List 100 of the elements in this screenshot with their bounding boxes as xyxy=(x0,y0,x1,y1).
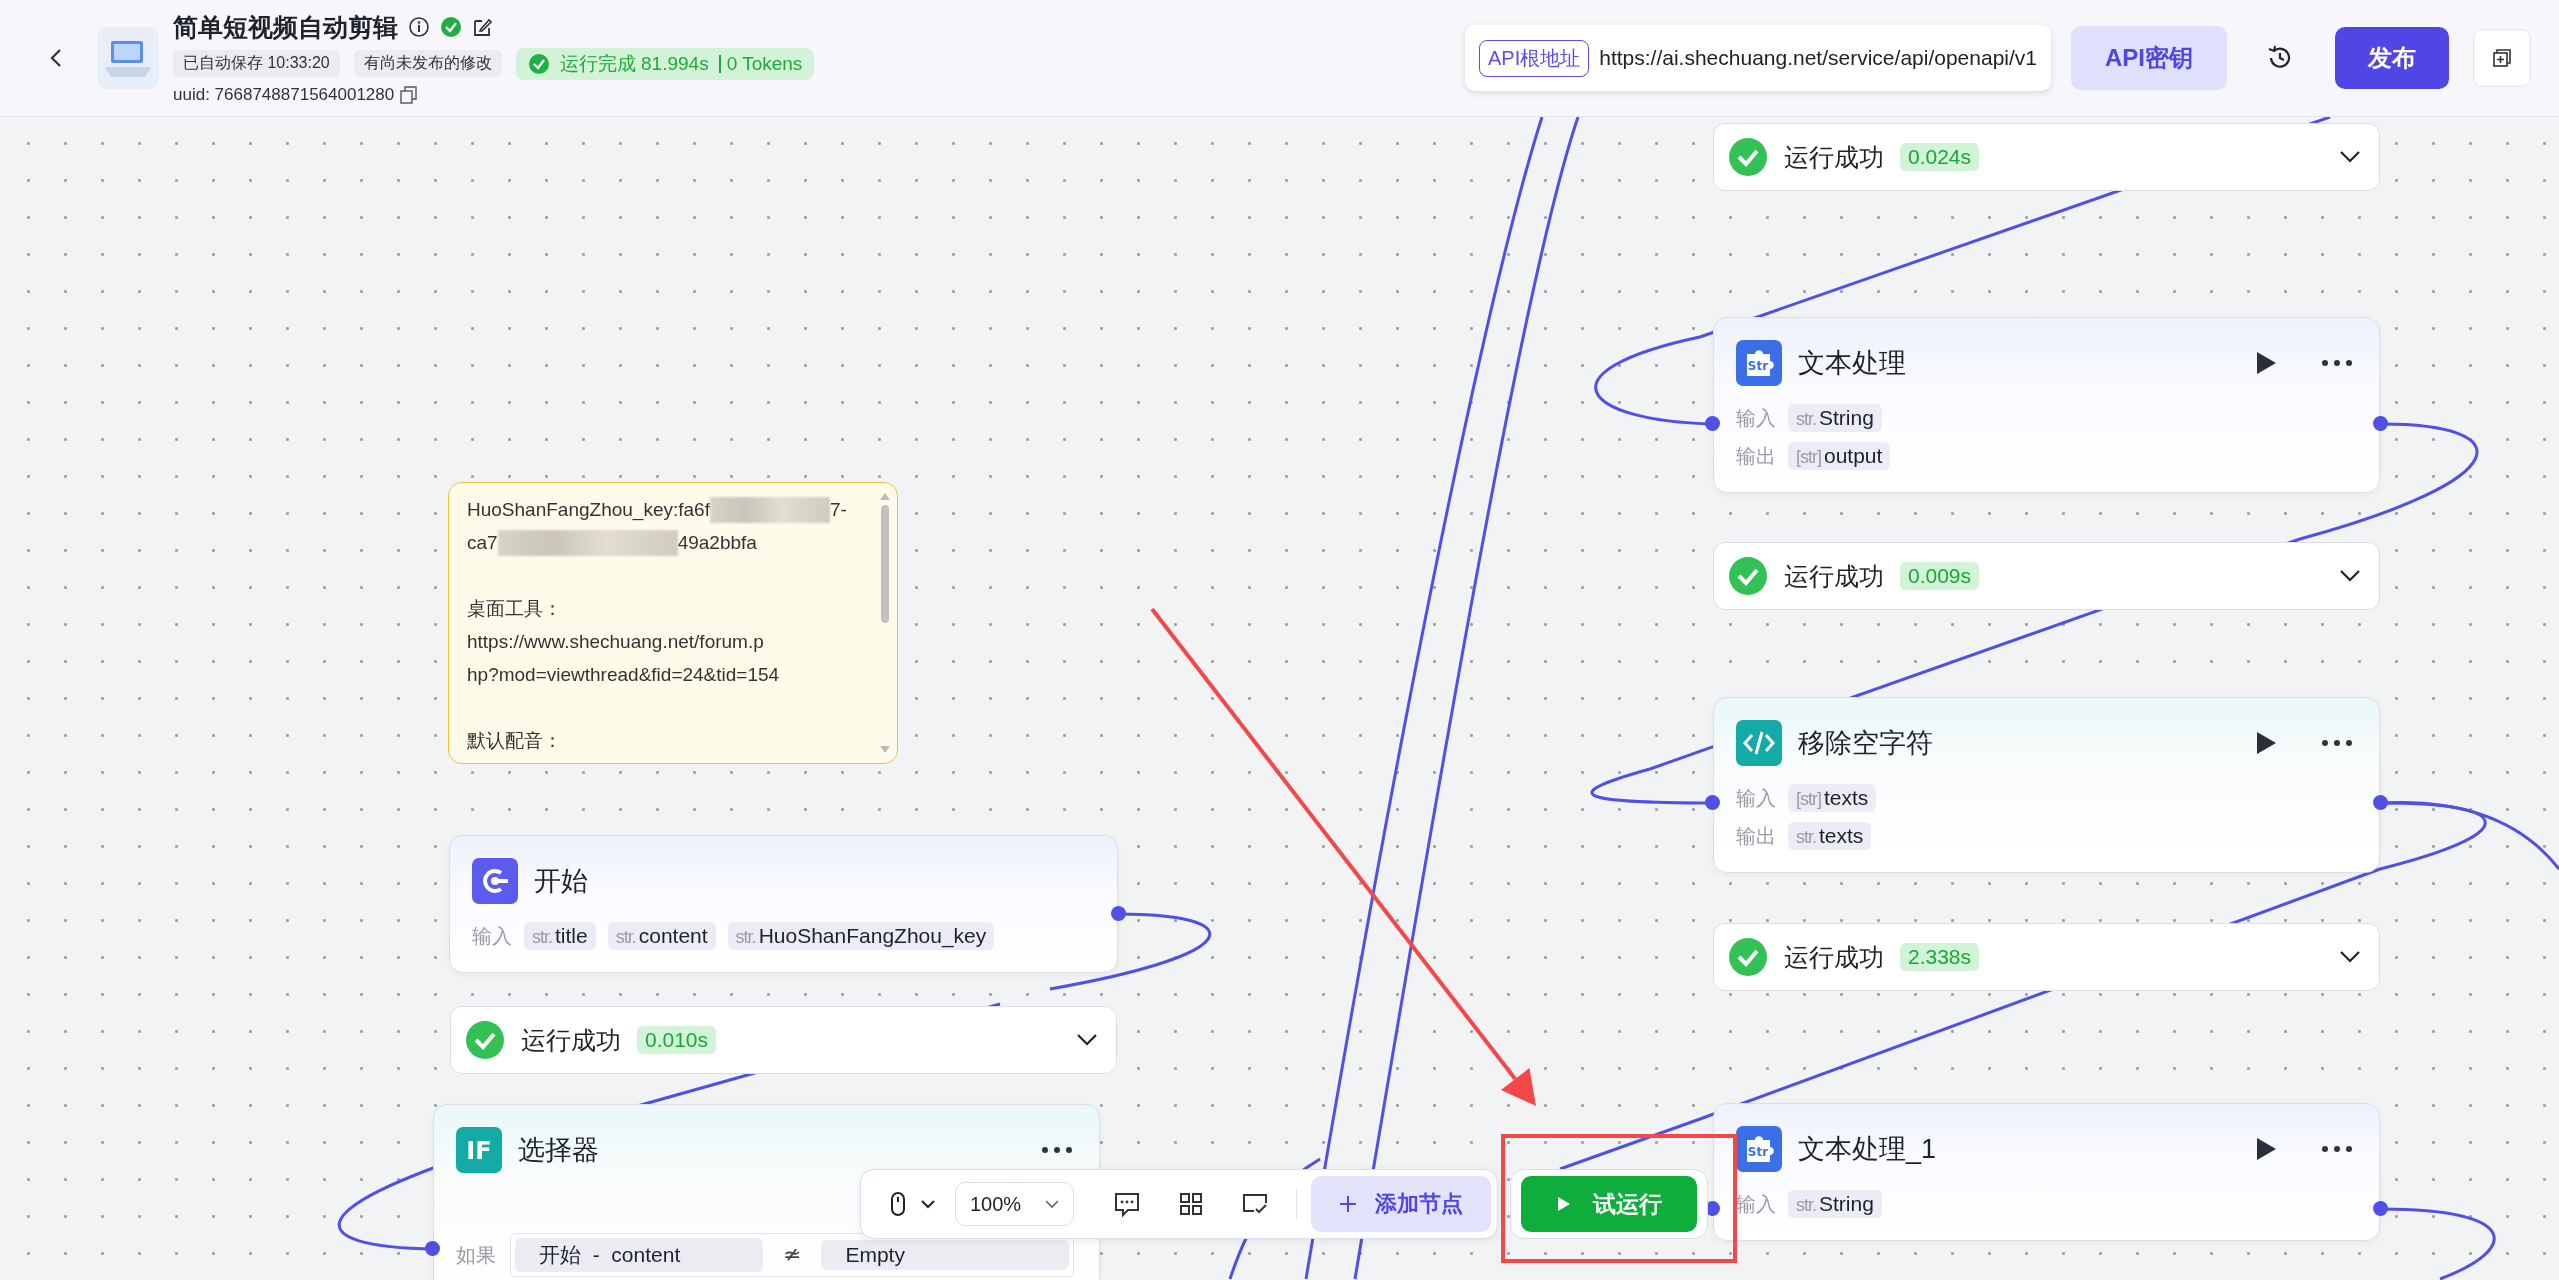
play-icon xyxy=(1556,1196,1571,1212)
variable-name: texts xyxy=(1824,786,1869,810)
row-label: 输出 xyxy=(1736,823,1776,849)
api-label: API根地址 xyxy=(1478,39,1590,77)
workflow-node[interactable]: Str 文本处理_1 输入 str.String xyxy=(1713,1103,2380,1241)
condition-field[interactable]: Empty xyxy=(821,1240,1070,1270)
more-icon[interactable] xyxy=(1041,1146,1073,1154)
note-text: 7- xyxy=(829,498,847,522)
row-label: 输入 xyxy=(1736,1191,1776,1217)
plug-icon xyxy=(472,858,518,904)
caret-icon xyxy=(1045,1199,1060,1209)
check-circle-icon xyxy=(440,16,462,38)
sticky-note[interactable]: HuoShanFangZhou_key:fa6f 7- ca7 49a2bbfa 桌面工具： https://www.shechuang.net/forum.p hp?mod=viewthread&fid=24&tid=154 默认配音： xyxy=(448,482,898,764)
type-label: str. xyxy=(1796,1195,1816,1216)
api-key-button[interactable]: API密钥 xyxy=(2071,26,2227,90)
run-result-bar[interactable]: 运行成功 0.010s xyxy=(450,1006,1117,1074)
play-icon[interactable] xyxy=(2255,1137,2277,1161)
operator-text[interactable]: ≄ xyxy=(783,1242,802,1268)
status-tag: 已自动保存 10:33:20 xyxy=(173,50,340,77)
note-text: hp?mod=viewthread&fid=24&tid=154 xyxy=(467,663,780,687)
node-title: 开始 xyxy=(534,865,589,898)
type-label: str. xyxy=(1796,827,1816,848)
variable-name: String xyxy=(1819,406,1874,430)
caret-icon[interactable] xyxy=(921,1199,935,1209)
more-icon[interactable] xyxy=(2321,1145,2353,1153)
laptop-icon xyxy=(97,27,159,89)
row-label: 输入 xyxy=(1736,785,1776,811)
puzzle-icon: Str xyxy=(1736,340,1782,386)
note-text: HuoShanFangZhou_key:fa6f xyxy=(467,498,710,523)
add-node-button[interactable]: 添加节点 xyxy=(1311,1176,1492,1232)
note-text: ca7 xyxy=(467,531,498,555)
check-circle-icon xyxy=(465,1020,505,1060)
plus-icon xyxy=(1339,1195,1358,1213)
publish-button[interactable]: 发布 xyxy=(2335,27,2449,89)
run-result-bar[interactable]: 运行成功 2.338s xyxy=(1713,923,2380,991)
run-status-label: 运行成功 xyxy=(521,1024,621,1056)
node-title: 文本处理_1 xyxy=(1798,1133,1938,1166)
check-circle-icon xyxy=(1728,937,1768,977)
workflow-node[interactable]: 移除空字符 输入 [str]texts 输出 str.texts xyxy=(1713,697,2380,873)
check-circle-icon xyxy=(1728,556,1768,596)
duration-tag: 0.009s xyxy=(1900,562,1980,590)
chevron-down-icon[interactable] xyxy=(2339,569,2361,583)
note-text: 49a2bbfa xyxy=(677,531,757,555)
copy-plus-icon xyxy=(2491,47,2513,69)
token-count: 0 Tokens xyxy=(718,54,803,73)
scrollbar[interactable] xyxy=(879,491,891,755)
play-icon[interactable] xyxy=(2255,731,2277,755)
zoom-value: 100% xyxy=(970,1192,1022,1216)
workflow-node[interactable]: 开始 输入 str.title str.content str.HuoShanFangZhou_key xyxy=(449,835,1118,973)
copy-add-button[interactable] xyxy=(2473,29,2531,87)
workflow-node[interactable]: Str 文本处理 输入 str.String 输出 [str]output xyxy=(1713,317,2380,493)
app-title: 简单短视频自动剪辑 xyxy=(173,11,398,43)
type-label: [str] xyxy=(1796,789,1821,810)
zoom-select[interactable]: 100% xyxy=(955,1182,1075,1226)
node-title: 文本处理 xyxy=(1798,347,1907,380)
chevron-down-icon[interactable] xyxy=(2339,950,2361,964)
run-status-label: 运行成功 xyxy=(1784,941,1884,973)
info-icon[interactable] xyxy=(408,16,430,38)
api-url-field[interactable]: API根地址 https://ai.shechuang.net/service/api/openapi/v1 xyxy=(1464,25,2051,91)
variable-name: content xyxy=(638,924,708,948)
chevron-down-icon[interactable] xyxy=(1076,1033,1098,1047)
run-status-label: 运行成功 xyxy=(1784,560,1884,592)
play-icon[interactable] xyxy=(2255,351,2277,375)
duration-tag: 0.024s xyxy=(1900,143,1980,171)
condition-field[interactable]: 开始 - content xyxy=(515,1238,763,1272)
run-status-label: 运行成功 xyxy=(1784,141,1884,173)
variable-name: output xyxy=(1824,444,1883,468)
type-label: str. xyxy=(615,927,636,948)
note-text: 桌面工具： xyxy=(467,597,562,621)
variable-name: String xyxy=(1819,1192,1874,1216)
more-icon[interactable] xyxy=(2321,739,2353,747)
variable-name: texts xyxy=(1819,824,1864,848)
row-label: 如果 xyxy=(456,1242,496,1268)
uuid-text: uuid: 7668748871564001280 xyxy=(173,84,395,105)
row-label: 输入 xyxy=(472,923,512,949)
run-result-bar[interactable]: 运行成功 0.024s xyxy=(1713,123,2380,191)
branch-icon: IF xyxy=(456,1127,502,1173)
puzzle-icon: Str xyxy=(1736,1126,1782,1172)
check-circle-icon xyxy=(1728,137,1768,177)
run-status-text: 运行完成 81.994s xyxy=(559,51,709,76)
node-title: 移除空字符 xyxy=(1798,727,1934,760)
row-label: 输入 xyxy=(1736,405,1776,431)
note-text: 默认配音： xyxy=(467,729,562,753)
check-circle-icon xyxy=(527,52,550,75)
type-label: str. xyxy=(735,927,756,948)
more-icon[interactable] xyxy=(2321,359,2353,367)
status-tag: 有尚未发布的修改 xyxy=(353,50,502,77)
api-url: https://ai.shechuang.net/service/api/openapi/v1 xyxy=(1599,46,2037,70)
duration-tag: 0.010s xyxy=(637,1026,717,1054)
type-label: str. xyxy=(532,927,552,948)
type-label: str. xyxy=(1796,409,1816,430)
note-text: https://www.shechuang.net/forum.p xyxy=(467,630,764,654)
type-label: [str] xyxy=(1796,447,1821,468)
duration-tag: 2.338s xyxy=(1900,943,1980,971)
chevron-down-icon[interactable] xyxy=(2339,150,2361,164)
variable-name: title xyxy=(555,924,588,948)
node-title: 选择器 xyxy=(518,1134,600,1167)
run-result-bar[interactable]: 运行成功 0.009s xyxy=(1713,542,2380,610)
variable-name: HuoShanFangZhou_key xyxy=(758,924,987,948)
edit-icon[interactable] xyxy=(472,16,494,38)
